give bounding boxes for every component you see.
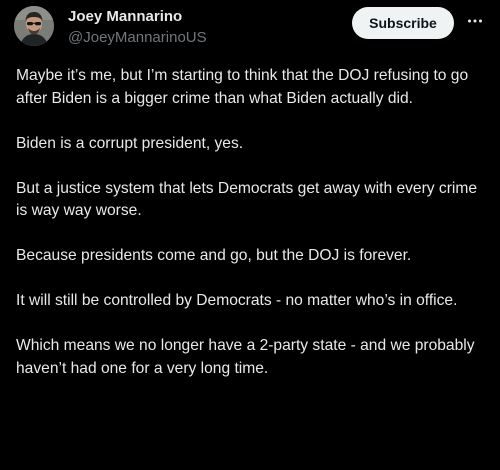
author-handle[interactable]: @JoeyMannarinoUS	[68, 29, 207, 46]
more-options-icon[interactable]	[464, 10, 486, 32]
tweet-paragraph: Maybe it’s me, but I’m starting to think…	[16, 67, 469, 107]
profile-photo-icon	[14, 6, 54, 46]
tweet-paragraph: Which means we no longer have a 2-party …	[16, 337, 475, 377]
ellipsis-icon	[468, 19, 482, 23]
author-name[interactable]: Joey Mannarino	[68, 8, 182, 25]
author-avatar[interactable]	[14, 6, 54, 46]
tweet-paragraph: It will still be controlled by Democrats…	[16, 292, 458, 309]
subscribe-button[interactable]: Subscribe	[352, 7, 454, 39]
tweet-paragraph: Biden is a corrupt president, yes.	[16, 134, 244, 152]
tweet-paragraph: Because presidents come and go, but the …	[16, 247, 412, 264]
tweet-text: Maybe it’s me, but I’m starting to think…	[16, 65, 490, 380]
tweet-paragraph: But a justice system that lets Democrats…	[16, 179, 478, 220]
tweet-card: Joey Mannarino @JoeyMannarinoUS Subscrib…	[0, 0, 500, 470]
